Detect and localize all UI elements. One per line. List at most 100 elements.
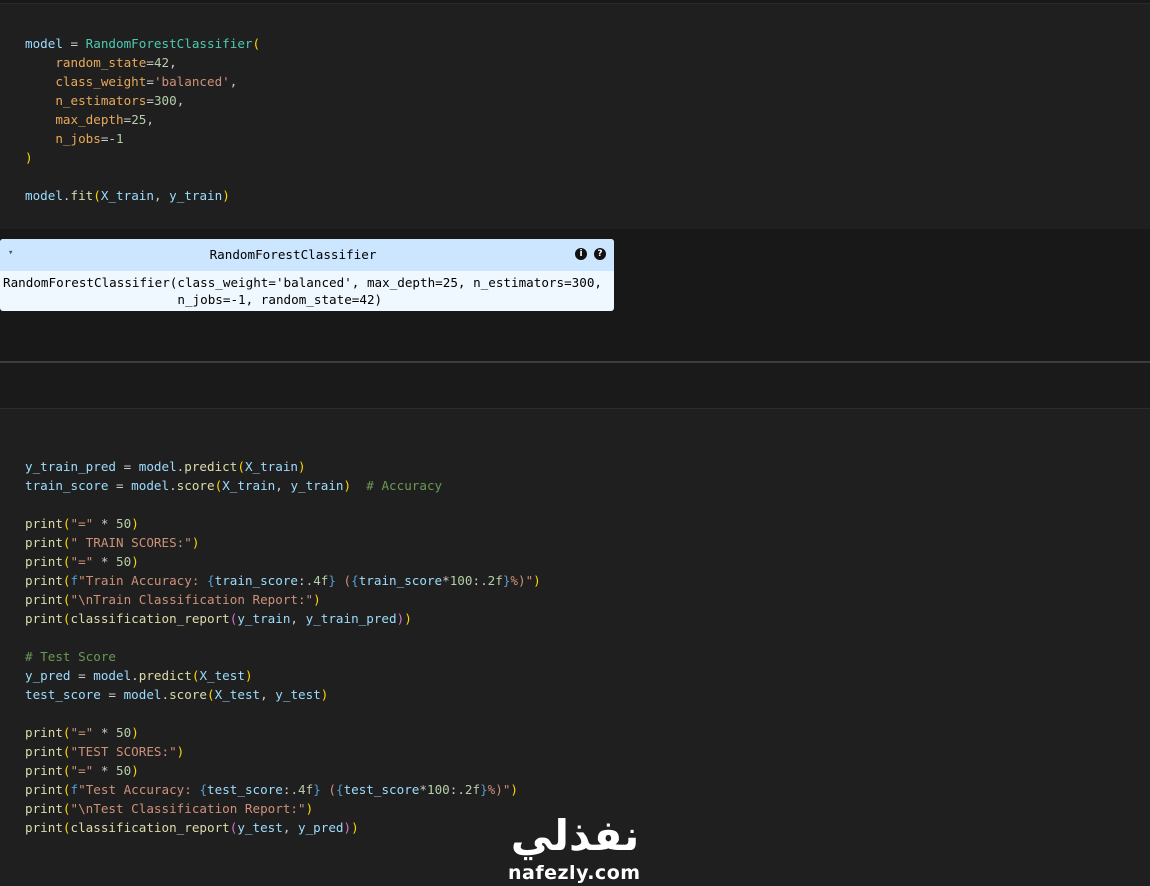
code-token: RandomForestClassifier xyxy=(85,36,253,51)
code-token: ) xyxy=(222,188,230,203)
code-line: print("=" * 50) xyxy=(25,514,541,533)
code-token: 100 xyxy=(426,782,450,797)
code-token: f xyxy=(70,573,79,588)
code-token: X_train xyxy=(244,459,299,474)
code-token: # Accuracy xyxy=(366,478,443,493)
code-token: ( xyxy=(237,459,245,474)
code-token: ) xyxy=(510,782,519,797)
code-token: print xyxy=(25,801,63,816)
code-token: print xyxy=(25,725,63,740)
estimator-repr-line: RandomForestClassifier(class_weight='bal… xyxy=(3,275,602,290)
code-token: ( xyxy=(62,782,71,797)
help-icon[interactable]: ? xyxy=(594,248,606,260)
code-token: : xyxy=(472,573,481,588)
code-token: = xyxy=(146,93,154,108)
estimator-repr-line: n_jobs=-1, random_state=42) xyxy=(3,292,383,307)
code-token: ) xyxy=(131,725,139,740)
code-token: , xyxy=(176,93,185,108)
code-line: # Test Score xyxy=(25,647,541,666)
code-token: test_score xyxy=(343,782,420,797)
estimator-repr: RandomForestClassifier(class_weight='bal… xyxy=(3,274,602,308)
code-cell-model-definition[interactable]: model = RandomForestClassifier( random_s… xyxy=(0,3,1150,229)
code-line: print("=" * 50) xyxy=(25,761,541,780)
code-line: test_score = model.score(X_test, y_test) xyxy=(25,685,541,704)
code-token: ) xyxy=(351,820,359,835)
code-line: print("TEST SCORES:") xyxy=(25,742,541,761)
code-token: ( xyxy=(62,573,71,588)
code-token: . xyxy=(62,188,71,203)
watermark-domain: nafezly.com xyxy=(508,862,641,884)
code-token: ( xyxy=(62,801,71,816)
code-token: ) xyxy=(313,592,321,607)
code-token: X_test xyxy=(214,687,261,702)
code-token: ) xyxy=(343,820,352,835)
code-token: predict xyxy=(184,459,238,474)
code-token: ) xyxy=(131,516,139,531)
code-token: "Train Accuracy: xyxy=(78,573,208,588)
code-token: { xyxy=(351,573,359,588)
code-token: class_weight xyxy=(55,74,147,89)
code-line: print("=" * 50) xyxy=(25,552,541,571)
code-token: train_score xyxy=(358,573,443,588)
code-token: "=" xyxy=(70,763,94,778)
code-token: } xyxy=(328,573,336,588)
code-token: ( xyxy=(62,535,71,550)
code-token: train_score xyxy=(25,478,109,493)
code-token: print xyxy=(25,611,63,626)
code-token: { xyxy=(207,573,215,588)
code-token: * xyxy=(93,763,117,778)
code-token: } xyxy=(313,782,321,797)
code-line: ) xyxy=(25,148,260,167)
code-token: %)" xyxy=(510,573,534,588)
code-token: classification_report xyxy=(70,611,230,626)
code-line: print(f"Test Accuracy: {test_score:.4f} … xyxy=(25,780,541,799)
code-token: print xyxy=(25,535,63,550)
code-token: y_pred xyxy=(298,820,344,835)
code-line: model = RandomForestClassifier( xyxy=(25,34,260,53)
code-token: * xyxy=(419,782,427,797)
code-token: { xyxy=(199,782,208,797)
code-line: train_score = model.score(X_train, y_tra… xyxy=(25,476,541,495)
watermark-logo: نفذلي xyxy=(511,811,640,861)
code-token: } xyxy=(480,782,488,797)
info-icon[interactable]: i xyxy=(575,248,587,260)
code-token: = xyxy=(70,668,94,683)
code-token: y_train_pred xyxy=(305,611,397,626)
code-token: model xyxy=(131,478,170,493)
code-token: ) xyxy=(305,801,314,816)
code-token: X_train xyxy=(100,188,154,203)
code-token: , xyxy=(169,55,177,70)
code-editor[interactable]: y_train_pred = model.predict(X_train) tra… xyxy=(25,457,541,837)
code-token: ( xyxy=(93,188,101,203)
estimator-header[interactable]: ▾ RandomForestClassifier i ? xyxy=(0,239,614,271)
code-token: print xyxy=(25,763,63,778)
watermark-logo-text: نفذلي xyxy=(511,811,640,861)
code-token: test_score xyxy=(207,782,283,797)
code-token: fit xyxy=(70,188,94,203)
code-token: classification_report xyxy=(70,820,230,835)
code-token: =- xyxy=(100,131,117,146)
code-token: model xyxy=(93,668,132,683)
code-token: 100 xyxy=(449,573,473,588)
code-token: y_train xyxy=(237,611,291,626)
code-token: "Test Accuracy: xyxy=(78,782,200,797)
code-token: y_test xyxy=(237,820,283,835)
code-token: ( xyxy=(62,725,71,740)
code-token: y_train xyxy=(169,188,223,203)
code-token: "TEST SCORES:" xyxy=(70,744,177,759)
code-token: # Test Score xyxy=(25,649,116,664)
code-token: y_test xyxy=(275,687,321,702)
code-line: max_depth=25, xyxy=(25,110,260,129)
code-token: * xyxy=(442,573,450,588)
code-editor[interactable]: model = RandomForestClassifier( random_s… xyxy=(25,34,260,205)
code-token: , xyxy=(290,611,306,626)
code-token: = xyxy=(146,55,154,70)
code-token: : xyxy=(298,573,306,588)
code-token: = xyxy=(100,687,124,702)
code-token: ) xyxy=(25,150,33,165)
code-token: " TRAIN SCORES:" xyxy=(70,535,192,550)
